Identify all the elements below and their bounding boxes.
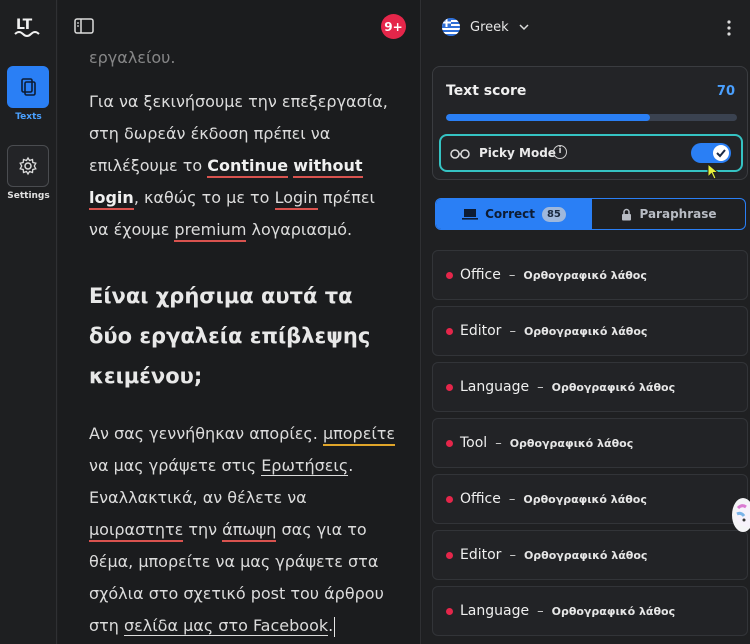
- checkmark-icon: [716, 149, 726, 158]
- chevron-down-icon: [519, 23, 529, 30]
- flagged-word[interactable]: Continue: [207, 156, 289, 178]
- lock-icon: [622, 208, 632, 220]
- document-icon: [21, 78, 36, 96]
- text-run: .: [328, 616, 334, 635]
- app-nav: LT Texts Settings: [0, 0, 57, 644]
- error-dot-icon: [446, 328, 453, 335]
- tab-paraphrase-label: Paraphrase: [639, 207, 717, 221]
- nav-settings-button[interactable]: [7, 145, 49, 187]
- more-options-icon[interactable]: [724, 18, 734, 38]
- tab-paraphrase[interactable]: Paraphrase: [592, 199, 745, 229]
- info-icon[interactable]: i: [553, 145, 567, 159]
- error-dot-icon: [446, 608, 453, 615]
- sidebar-toggle-icon[interactable]: [74, 18, 94, 34]
- flagged-word[interactable]: μπορείτε: [322, 424, 396, 446]
- flagged-word[interactable]: without: [293, 156, 363, 178]
- text-score-bar-fill: [446, 114, 650, 121]
- issue-separator: –: [509, 547, 516, 563]
- nav-texts-button[interactable]: [7, 66, 49, 108]
- issue-card[interactable]: Tool – Ορθογραφικό λάθος: [432, 418, 748, 468]
- greek-flag-icon: [442, 18, 460, 36]
- link-facebook[interactable]: σελίδα μας στο Facebook: [124, 616, 329, 636]
- mode-tabs: Correct 85 Paraphrase: [435, 198, 746, 230]
- gear-icon: [19, 156, 37, 176]
- error-dot-icon: [446, 552, 453, 559]
- error-dot-icon: [446, 384, 453, 391]
- mouse-cursor-icon: [707, 163, 720, 180]
- flagged-word[interactable]: Login: [274, 188, 318, 210]
- issue-word: Office: [460, 491, 501, 507]
- unicorn-icon: [736, 503, 750, 527]
- flagged-word[interactable]: login: [89, 188, 134, 210]
- nav-texts-label: Texts: [15, 112, 42, 122]
- cut-off-line: εργαλείου.: [89, 48, 176, 67]
- error-dot-icon: [446, 272, 453, 279]
- assistant-panel: Greek Text score 70 Picky Mode i Correct…: [422, 0, 750, 644]
- text-run: λογαριασμό.: [246, 220, 353, 239]
- issue-word: Language: [460, 379, 530, 395]
- tab-correct-label: Correct: [485, 207, 535, 221]
- issue-word: Editor: [460, 547, 502, 563]
- correct-count-badge: 85: [541, 206, 566, 222]
- assistant-avatar[interactable]: [732, 498, 750, 532]
- text-run: να μας γράψετε στις: [89, 456, 262, 475]
- notification-badge[interactable]: 9+: [381, 14, 406, 39]
- issue-separator: –: [537, 603, 544, 619]
- issue-type: Ορθογραφικό λάθος: [523, 492, 647, 506]
- error-dot-icon: [446, 496, 453, 503]
- issue-type: Ορθογραφικό λάθος: [523, 324, 648, 338]
- text-run: , καθώς το με το: [133, 188, 275, 207]
- issue-card[interactable]: Editor – Ορθογραφικό λάθος: [432, 306, 748, 356]
- issue-card[interactable]: Language – Ορθογραφικό λάθος: [432, 362, 748, 412]
- issue-word: Office: [460, 267, 501, 283]
- issue-separator: –: [508, 267, 516, 283]
- issue-card[interactable]: Office – Ορθογραφικό λάθος: [432, 474, 748, 524]
- text-run: Αν σας γεννήθηκαν απορίες.: [89, 424, 323, 443]
- picky-mode-row[interactable]: Picky Mode i: [439, 134, 743, 172]
- issue-word: Language: [460, 603, 530, 619]
- issue-card[interactable]: Office – Ορθογραφικό λάθος: [432, 250, 748, 300]
- paragraph-1: Για να ξεκινήσουμε την επεξεργασία, στη …: [89, 86, 399, 246]
- laptop-icon: [462, 209, 479, 220]
- toggle-knob: [713, 145, 729, 161]
- text-score-value: 70: [716, 84, 735, 99]
- issue-card[interactable]: Language – Ορθογραφικό λάθος: [432, 586, 748, 636]
- picky-mode-label: Picky Mode: [479, 146, 556, 160]
- issue-separator: –: [509, 323, 516, 339]
- issue-word: Tool: [460, 435, 488, 451]
- text-caret: [334, 616, 336, 637]
- text-editor[interactable]: 9+ εργαλείου. Για να ξεκινήσουμε την επε…: [58, 0, 421, 644]
- error-dot-icon: [446, 440, 453, 447]
- issue-card[interactable]: Editor – Ορθογραφικό λάθος: [432, 530, 748, 580]
- issue-separator: –: [495, 435, 502, 451]
- link-erotiseis[interactable]: Ερωτήσεις: [261, 456, 349, 476]
- issue-separator: –: [537, 379, 544, 395]
- glasses-icon: [450, 149, 470, 159]
- language-label: Greek: [470, 19, 509, 35]
- flagged-word[interactable]: μοιραστητε: [89, 520, 184, 542]
- picky-mode-toggle[interactable]: [691, 143, 731, 163]
- issue-type: Ορθογραφικό λάθος: [551, 604, 676, 618]
- issue-type: Ορθογραφικό λάθος: [509, 436, 634, 450]
- issue-word: Editor: [460, 323, 502, 339]
- issue-type: Ορθογραφικό λάθος: [551, 380, 676, 394]
- language-selector[interactable]: Greek: [442, 18, 529, 36]
- svg-text:LT: LT: [16, 17, 33, 33]
- flagged-word[interactable]: άπωψη: [222, 520, 277, 542]
- issue-type: Ορθογραφικό λάθος: [523, 268, 647, 282]
- nav-settings-label: Settings: [7, 191, 50, 201]
- text-score-card: Text score 70 Picky Mode i: [432, 66, 748, 180]
- paragraph-2: Αν σας γεννήθηκαν απορίες. μπορείτε να μ…: [89, 418, 399, 642]
- issue-separator: –: [508, 491, 516, 507]
- tab-correct[interactable]: Correct 85: [436, 199, 592, 229]
- issue-type: Ορθογραφικό λάθος: [523, 548, 648, 562]
- text-score-bar: [446, 114, 737, 121]
- text-score-label: Text score: [446, 83, 527, 99]
- flagged-word[interactable]: premium: [174, 220, 247, 242]
- section-heading: Είναι χρήσιμα αυτά τα δύο εργαλεία επίβλ…: [89, 284, 371, 388]
- text-run: την: [183, 520, 223, 539]
- languagetool-logo[interactable]: LT: [14, 14, 42, 38]
